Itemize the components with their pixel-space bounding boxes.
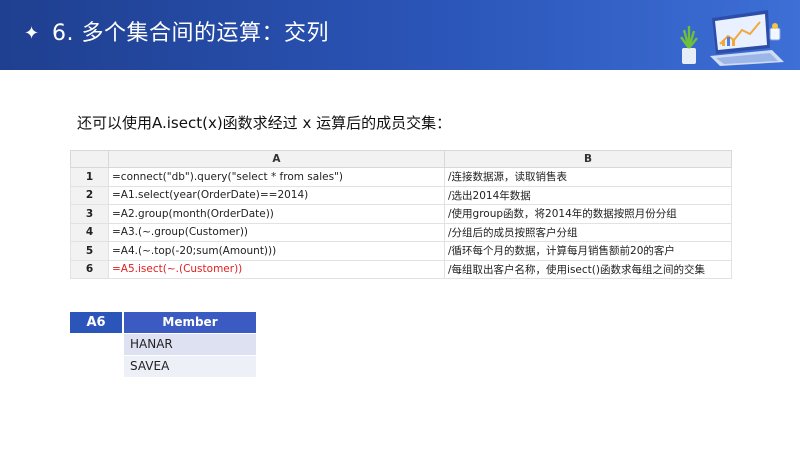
grid-row: 4 =A3.(~.group(Customer)) /分组后的成员按照客户分组 <box>70 222 732 242</box>
result-column-header: Member <box>124 312 256 333</box>
row-number: 5 <box>70 241 109 261</box>
result-row: SAVEA <box>124 356 256 377</box>
cell-a[interactable]: =A3.(~.group(Customer)) <box>108 222 445 242</box>
column-header-a: A <box>108 150 445 168</box>
row-number: 6 <box>70 259 109 279</box>
cell-a[interactable]: =connect("db").query("select * from sale… <box>108 167 445 187</box>
grid-row: 1 =connect("db").query("select * from sa… <box>70 167 732 187</box>
cell-a[interactable]: =A1.select(year(OrderDate)==2014) <box>108 185 445 205</box>
grid-row: 5 =A4.(~.top(-20;sum(Amount))) /循环每个月的数据… <box>70 241 732 261</box>
result-row: HANAR <box>124 334 256 355</box>
cell-b[interactable]: /连接数据源，读取销售表 <box>444 167 732 187</box>
laptop-illustration <box>680 10 784 66</box>
slide-title: 6. 多个集合间的运算：交列 <box>52 21 329 46</box>
row-number: 3 <box>70 204 109 224</box>
code-grid: A B 1 =connect("db").query("select * fro… <box>70 150 732 279</box>
grid-row: 3 =A2.group(month(OrderDate)) /使用group函数… <box>70 204 732 224</box>
grid-corner <box>70 150 109 168</box>
row-number: 2 <box>70 185 109 205</box>
cell-b[interactable]: /选出2014年数据 <box>444 185 732 205</box>
intro-text: 还可以使用A.isect(x)函数求经过 x 运算后的成员交集： <box>77 114 452 132</box>
cell-b[interactable]: /循环每个月的数据，计算每月销售额前20的客户 <box>444 241 732 261</box>
grid-row: 6 =A5.isect(~.(Customer)) /每组取出客户名称，使用is… <box>70 259 732 279</box>
star-icon: ✦ <box>24 23 40 44</box>
cell-b[interactable]: /使用group函数，将2014年的数据按照月份分组 <box>444 204 732 224</box>
cell-b[interactable]: /分组后的成员按照客户分组 <box>444 222 732 242</box>
cell-a[interactable]: =A2.group(month(OrderDate)) <box>108 204 445 224</box>
grid-row: 2 =A1.select(year(OrderDate)==2014) /选出2… <box>70 185 732 205</box>
column-header-b: B <box>444 150 732 168</box>
row-number: 4 <box>70 222 109 242</box>
row-number: 1 <box>70 167 109 187</box>
cell-b[interactable]: /每组取出客户名称，使用isect()函数求每组之间的交集 <box>444 259 732 279</box>
cell-a-highlighted[interactable]: =A5.isect(~.(Customer)) <box>108 259 445 279</box>
result-cell-label: A6 <box>70 312 122 333</box>
title-banner: ✦ 6. 多个集合间的运算：交列 <box>0 0 800 70</box>
cell-a[interactable]: =A4.(~.top(-20;sum(Amount))) <box>108 241 445 261</box>
grid-header-row: A B <box>70 150 732 168</box>
